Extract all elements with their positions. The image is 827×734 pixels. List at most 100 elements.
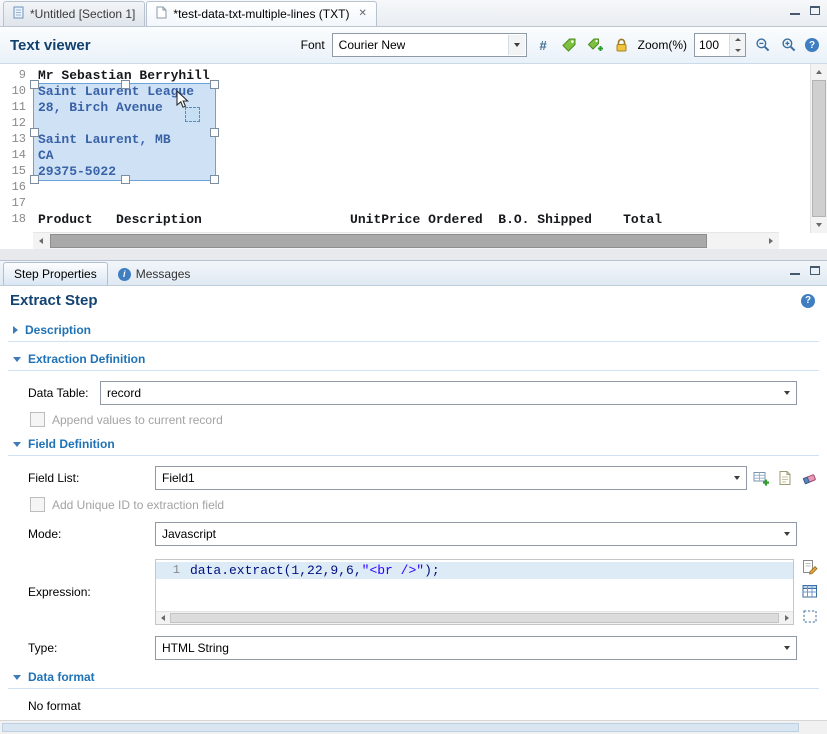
field-list-row: Field List: Field1 — [28, 466, 819, 490]
spinner-arrows — [729, 34, 745, 56]
vertical-scrollbar[interactable] — [810, 64, 827, 233]
delete-field-icon[interactable] — [800, 469, 819, 488]
panel-tab-bar: Step Properties i Messages — [0, 261, 827, 286]
edit-expression-icon[interactable] — [800, 557, 819, 576]
line-number: 10 — [0, 84, 30, 98]
close-tab-icon[interactable]: ✕ — [358, 9, 366, 19]
zoom-spinner — [694, 33, 746, 57]
editor-scroll-thumb[interactable] — [170, 613, 779, 623]
scroll-right-icon[interactable] — [780, 612, 793, 624]
font-select[interactable]: Courier New — [332, 33, 527, 57]
vertical-scroll-thumb[interactable] — [812, 80, 826, 217]
append-values-checkbox[interactable] — [30, 412, 45, 427]
horizontal-scrollbar[interactable] — [33, 232, 779, 249]
maximize-icon[interactable] — [809, 265, 821, 276]
zoom-out-icon[interactable] — [753, 36, 772, 55]
type-label: Type: — [28, 641, 155, 655]
select-region-icon[interactable] — [800, 607, 819, 626]
section-description[interactable]: Description — [8, 318, 819, 342]
selection-handle[interactable] — [210, 80, 219, 89]
expression-label: Expression: — [28, 585, 149, 599]
tab-label: Messages — [136, 267, 191, 281]
data-format-text: No format — [28, 699, 827, 713]
expression-editor[interactable]: 1 data.extract(1,22,9,6,"<br />"); — [155, 559, 794, 625]
section-label: Description — [25, 323, 91, 337]
selection-handle[interactable] — [210, 175, 219, 184]
expression-tools — [800, 557, 819, 626]
line-number: 17 — [0, 196, 30, 210]
tag-icon[interactable] — [560, 36, 579, 55]
scroll-left-icon[interactable] — [156, 612, 169, 624]
viewer-line[interactable]: 17 — [0, 195, 811, 211]
scroll-right-icon[interactable] — [763, 233, 779, 249]
text-viewer-content[interactable]: 9Mr Sebastian Berryhill10Saint Laurent L… — [0, 64, 827, 249]
selection-handle[interactable] — [210, 128, 219, 137]
spin-down-icon[interactable] — [730, 45, 745, 56]
hash-toggle-icon[interactable]: # — [534, 36, 553, 55]
app-root: *Untitled [Section 1] *test-data-txt-mul… — [0, 0, 827, 731]
mode-select[interactable]: Javascript — [155, 522, 797, 546]
expression-current-line: 1 data.extract(1,22,9,6,"<br />"); — [156, 562, 793, 579]
tab-messages[interactable]: i Messages — [108, 263, 201, 285]
lock-icon[interactable] — [612, 36, 631, 55]
tag-add-icon[interactable] — [586, 36, 605, 55]
horizontal-scroll-thumb[interactable] — [50, 234, 707, 248]
type-select[interactable]: HTML String — [155, 636, 797, 660]
tab-untitled-section[interactable]: *Untitled [Section 1] — [3, 1, 145, 26]
type-row: Type: HTML String — [28, 636, 797, 660]
viewer-line[interactable]: 18Product Description UnitPrice Ordered … — [0, 211, 811, 227]
section-label: Data format — [28, 670, 95, 684]
spin-up-icon[interactable] — [730, 34, 745, 45]
help-icon[interactable]: ? — [805, 38, 819, 52]
add-field-icon[interactable] — [752, 469, 771, 488]
wizard-table-icon[interactable] — [800, 582, 819, 601]
line-number: 15 — [0, 164, 30, 178]
chevron-down-icon — [779, 524, 795, 544]
field-list-select[interactable]: Field1 — [155, 466, 747, 490]
line-number: 11 — [0, 100, 30, 114]
data-table-label: Data Table: — [28, 386, 100, 400]
mode-value: Javascript — [162, 527, 216, 541]
selection-handle[interactable] — [30, 80, 39, 89]
minimize-icon[interactable] — [789, 5, 801, 16]
data-table-value: record — [107, 386, 141, 400]
sash-divider[interactable] — [0, 249, 827, 260]
line-number: 13 — [0, 132, 30, 146]
line-number: 18 — [0, 212, 30, 226]
maximize-icon[interactable] — [809, 5, 821, 16]
editor-horizontal-scrollbar[interactable] — [156, 611, 793, 624]
section-extraction-definition[interactable]: Extraction Definition — [8, 347, 819, 371]
selection-handle[interactable] — [121, 80, 130, 89]
minimize-icon[interactable] — [789, 265, 801, 276]
append-values-row: Append values to current record — [30, 412, 797, 427]
data-table-row: Data Table: record — [28, 381, 797, 405]
unique-id-label: Add Unique ID to extraction field — [52, 498, 224, 512]
zoom-input[interactable] — [695, 34, 729, 56]
selection-handle[interactable] — [30, 128, 39, 137]
tab-test-data-file[interactable]: *test-data-txt-multiple-lines (TXT) ✕ — [146, 1, 376, 26]
editor-tab-bar: *Untitled [Section 1] *test-data-txt-mul… — [0, 0, 827, 27]
file-icon — [156, 6, 168, 22]
help-icon[interactable]: ? — [801, 294, 815, 308]
selection-handle[interactable] — [30, 175, 39, 184]
panel-horizontal-scrollbar[interactable] — [0, 720, 827, 734]
new-field-icon[interactable] — [776, 469, 795, 488]
section-data-format[interactable]: Data format — [8, 665, 819, 689]
unique-id-checkbox[interactable] — [30, 497, 45, 512]
scroll-up-icon[interactable] — [811, 64, 827, 80]
section-label: Field Definition — [28, 437, 115, 451]
tab-step-properties[interactable]: Step Properties — [3, 262, 108, 285]
tab-label: *test-data-txt-multiple-lines (TXT) — [173, 7, 349, 21]
selection-handle[interactable] — [121, 175, 130, 184]
window-controls — [789, 5, 821, 16]
step-properties-panel: Step Properties i Messages Extract Step … — [0, 260, 827, 734]
scroll-left-icon[interactable] — [33, 233, 49, 249]
zoom-in-icon[interactable] — [779, 36, 798, 55]
section-field-definition[interactable]: Field Definition — [8, 432, 819, 456]
text-viewer-toolbar: Text viewer Font Courier New # Zoom(%) — [0, 27, 827, 64]
data-table-select[interactable]: record — [100, 381, 797, 405]
viewer-tools: Font Courier New # Zoom(%) — [301, 33, 819, 57]
font-label: Font — [301, 38, 325, 52]
scroll-down-icon[interactable] — [811, 217, 827, 233]
tab-label: Step Properties — [14, 267, 97, 281]
